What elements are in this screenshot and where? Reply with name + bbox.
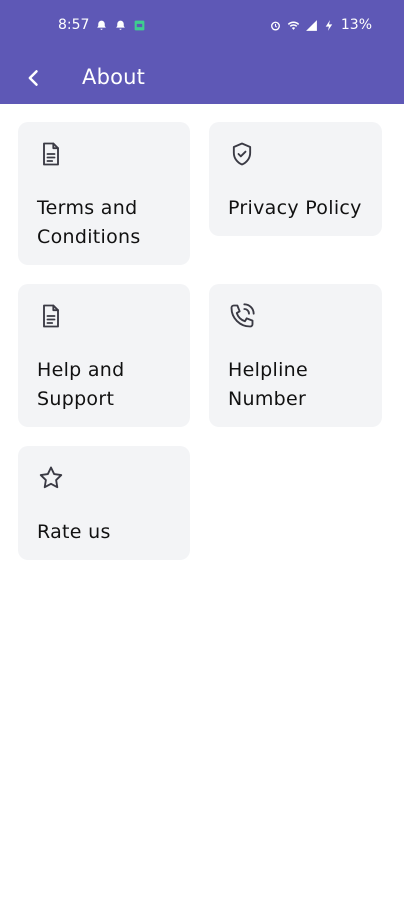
- privacy-policy-label: Privacy Policy: [228, 197, 362, 219]
- status-right: 13%: [269, 17, 372, 33]
- privacy-policy-card[interactable]: Privacy Policy: [209, 122, 382, 236]
- back-arrow-icon: [28, 70, 38, 86]
- battery-percent: 13%: [340, 17, 372, 33]
- rate-us-label: Rate us: [37, 521, 111, 543]
- notification-bell-icon: [95, 19, 108, 32]
- shield-check-icon: [228, 140, 256, 168]
- status-left: 8:57: [58, 17, 146, 33]
- terms-and-conditions-card[interactable]: Terms and Conditions: [18, 122, 190, 265]
- page-title: About: [82, 65, 146, 89]
- help-and-support-card[interactable]: Help and Support: [18, 284, 190, 427]
- alarm-icon: [269, 19, 282, 32]
- terms-and-conditions-label: Terms and Conditions: [37, 197, 141, 248]
- document-icon: [37, 140, 65, 168]
- wifi-icon: [287, 19, 300, 32]
- status-bar: 8:57 13%: [0, 0, 404, 52]
- phone-call-icon: [228, 302, 256, 330]
- app-bar: About: [0, 52, 404, 104]
- document-icon: [37, 302, 65, 330]
- helpline-number-card[interactable]: Helpline Number: [209, 284, 382, 427]
- star-icon: [37, 464, 65, 492]
- rate-us-card[interactable]: Rate us: [18, 446, 190, 560]
- charging-icon: [323, 19, 336, 32]
- status-time: 8:57: [58, 17, 90, 33]
- app-badge-icon: [133, 19, 146, 32]
- back-button[interactable]: [16, 60, 52, 96]
- help-and-support-label: Help and Support: [37, 359, 125, 410]
- notification-bell-icon: [114, 19, 127, 32]
- cell-signal-icon: [305, 19, 318, 32]
- helpline-number-label: Helpline Number: [228, 359, 309, 410]
